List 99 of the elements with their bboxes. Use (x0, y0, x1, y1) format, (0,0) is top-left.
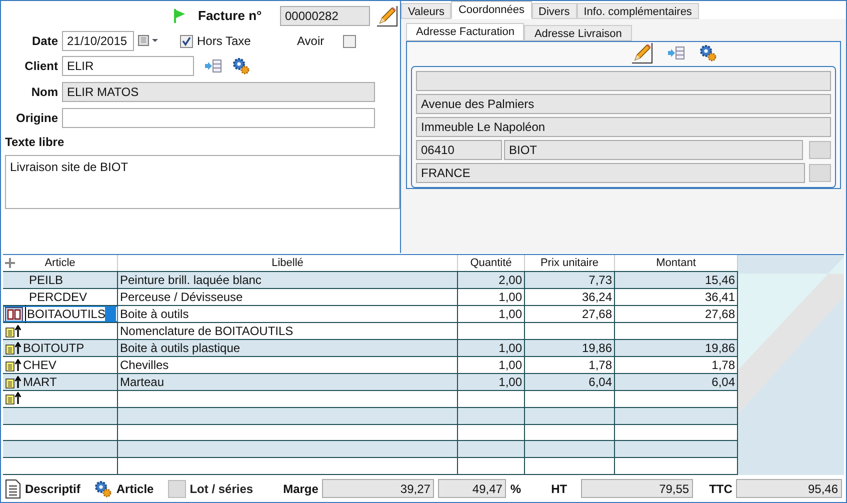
avoir-label: Avoir (297, 33, 326, 50)
table-cell-text: Marteau (120, 374, 164, 391)
calendar-icon[interactable] (138, 35, 158, 47)
table-cell-text: 1,78 (712, 357, 735, 374)
checkbox[interactable] (343, 34, 356, 48)
descriptif-button[interactable]: Descriptif (25, 480, 80, 498)
marge-percent-field: 49,47 (438, 479, 506, 498)
column-header[interactable]: Article (44, 254, 76, 272)
city-field[interactable]: BIOT (504, 140, 803, 160)
table-cell-text: Perceuse / Dévisseuse (120, 289, 243, 306)
marge-field: 39,27 (322, 479, 434, 498)
subtab[interactable]: Adresse Livraison (524, 25, 632, 41)
table-cell-text: 1,78 (588, 357, 612, 374)
table-cell-text: Boite à outils (120, 306, 189, 323)
article-button[interactable]: Article (116, 480, 154, 498)
table-cell-text: MART (23, 374, 57, 391)
table-cell-text: 19,86 (704, 340, 735, 357)
column-header[interactable]: Montant (656, 254, 696, 272)
address-field[interactable]: Immeuble Le Napoléon (416, 117, 831, 137)
table-cell-text: 1,00 (498, 306, 522, 323)
table-cell-text: 7,73 (588, 272, 612, 289)
ht-field: 79,55 (581, 479, 694, 498)
ttc-field: 95,46 (736, 479, 842, 498)
article-cell[interactable] (3, 391, 118, 407)
table-cell-text: 1,00 (498, 374, 522, 391)
document-icon[interactable] (5, 478, 21, 498)
nom-label: Nom (30, 84, 58, 101)
table-cell-text: 19,86 (582, 340, 612, 357)
table-cell-text: CHEV (23, 357, 56, 374)
table-cell-text: 1,00 (498, 340, 522, 357)
date-field[interactable]: 21/10/2015 (62, 31, 134, 51)
origine-field[interactable] (62, 108, 375, 128)
pencil-icon[interactable] (376, 5, 398, 27)
origine-label: Origine (14, 110, 58, 127)
hors-taxe-label: Hors Taxe (197, 33, 252, 50)
invoice-number: 00000282 (280, 6, 370, 26)
add-icon[interactable] (5, 258, 15, 268)
checkbox[interactable] (180, 34, 193, 48)
table-cell-text: Nomenclature de BOITAOUTILS (120, 323, 294, 340)
table-cell-text: 36,24 (582, 289, 612, 306)
document-up-arrow-icon (5, 324, 23, 338)
table-cell-text: Boite à outils plastique (120, 340, 240, 357)
toggle-button[interactable] (809, 164, 831, 182)
postcode-field[interactable]: 06410 (416, 140, 502, 160)
percent-label: % (510, 480, 522, 498)
settings-icon[interactable] (232, 57, 250, 75)
flag-icon (174, 9, 186, 23)
toggle-button[interactable] (809, 141, 831, 159)
ttc-label: TTC (709, 480, 732, 498)
client-label: Client (24, 58, 58, 75)
document-up-arrow-icon (5, 392, 23, 406)
marge-label: Marge (283, 480, 318, 498)
document-up-arrow-icon (5, 342, 23, 354)
settings-icon[interactable] (94, 480, 112, 498)
table-cell-text: Chevilles (120, 357, 169, 374)
article-cell[interactable]: BOITAOUTILS (3, 306, 118, 322)
ht-label: HT (551, 480, 568, 498)
invoice-label: Facture n° (198, 7, 263, 26)
table-cell-text: 27,68 (704, 306, 735, 323)
country-field[interactable]: FRANCE (416, 163, 805, 183)
address-field[interactable]: Avenue des Palmiers (416, 94, 831, 114)
column-header[interactable]: Prix unitaire (540, 254, 599, 272)
pencil-icon[interactable] (630, 42, 652, 64)
table-cell-text: 6,04 (588, 374, 612, 391)
subtab[interactable]: Adresse Facturation (406, 23, 524, 41)
import-list-icon[interactable] (666, 45, 684, 61)
tab[interactable]: Info. complémentaires (576, 3, 699, 19)
settings-icon[interactable] (698, 44, 716, 62)
table-cell-text: PERCDEV (29, 289, 88, 306)
tab[interactable]: Divers (532, 3, 577, 19)
article-cell[interactable]: PERCDEV (3, 289, 118, 305)
column-header[interactable]: Libellé (272, 254, 304, 272)
client-field[interactable]: ELIR (62, 56, 194, 76)
nom-field[interactable]: ELIR MATOS (62, 82, 375, 102)
tab[interactable]: Valeurs (401, 3, 452, 19)
table-cell-text: 27,68 (582, 306, 612, 323)
table-cell-text: BOITOUTP (23, 340, 84, 357)
article-cell[interactable]: BOITOUTP (3, 340, 118, 356)
table-cell-text: 36,41 (704, 289, 735, 306)
date-label: Date (30, 33, 58, 50)
table-cell-text: Peinture brill. laquée blanc (120, 272, 262, 289)
article-cell[interactable]: PEILB (3, 272, 118, 288)
table-cell-text: PEILB (29, 272, 64, 289)
article-cell[interactable]: MART (3, 374, 118, 390)
document-up-arrow-icon (5, 358, 23, 372)
texte-libre-label: Texte libre (5, 134, 66, 151)
tab[interactable]: Coordonnées (451, 1, 532, 19)
address-field[interactable] (416, 71, 831, 91)
table-cell-text: 1,00 (498, 357, 522, 374)
table-cell-text: 1,00 (498, 289, 522, 306)
import-list-icon[interactable] (204, 58, 222, 74)
column-header[interactable]: Quantité (470, 254, 512, 272)
article-cell[interactable] (3, 323, 118, 339)
table-cell-text: 15,46 (704, 272, 735, 289)
texte-libre-field[interactable]: Livraison site de BIOT (5, 155, 400, 209)
table-cell-text: 6,04 (712, 374, 735, 391)
document-up-arrow-icon (5, 376, 23, 388)
table-cell-text: 2,00 (498, 272, 522, 289)
article-cell[interactable]: CHEV (3, 357, 118, 373)
